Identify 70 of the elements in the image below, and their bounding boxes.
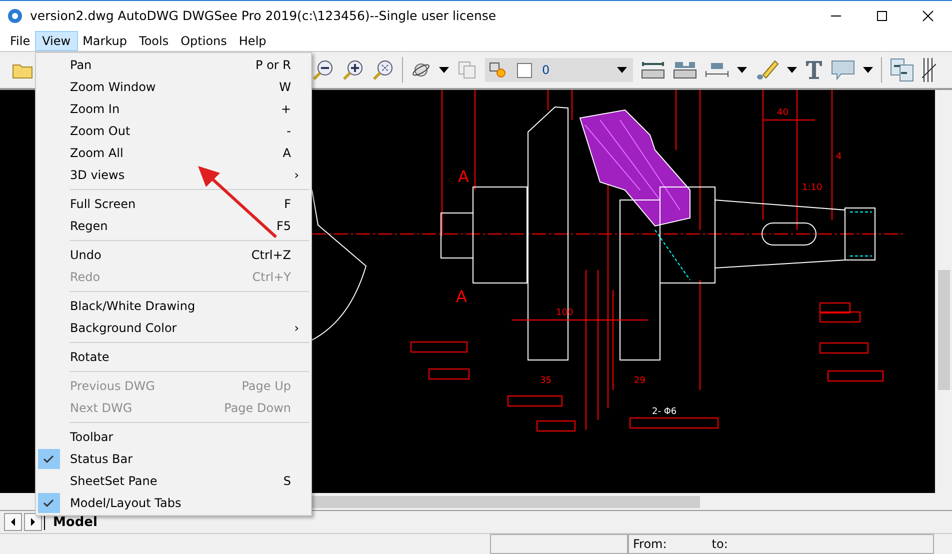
menu-entry[interactable]: Full Screen F (36, 193, 311, 215)
shortcut-label: Ctrl+Y (252, 270, 291, 284)
window-title: version2.dwg AutoDWG DWGSee Pro 2019(c:\123456)--Single user license (30, 8, 496, 23)
menu-entry[interactable]: Rotate (36, 346, 311, 368)
menu-entry[interactable]: Zoom All A (36, 142, 311, 164)
close-icon[interactable] (922, 10, 934, 22)
caret-icon (617, 67, 627, 73)
to-label: to: (712, 537, 728, 551)
submenu-arrow: › (294, 321, 299, 335)
zoom-extents-icon[interactable] (372, 59, 394, 81)
text-tool-icon[interactable] (805, 60, 823, 80)
shortcut-label: Page Down (224, 401, 291, 415)
compare-icon[interactable] (890, 58, 914, 82)
ruler-icon[interactable] (673, 60, 697, 80)
menu-entry[interactable]: SheetSet Pane S (36, 470, 311, 492)
layer-icon (489, 62, 507, 78)
callout-icon[interactable] (831, 59, 855, 81)
zoom-in-icon[interactable] (342, 59, 364, 81)
shortcut-label: + (280, 102, 291, 116)
maximize-icon[interactable] (876, 10, 888, 22)
shortcut-label: P or R (256, 58, 291, 72)
from-label: From: (633, 537, 667, 551)
layer-dropdown[interactable]: 0 (485, 58, 633, 82)
zoom-out-icon[interactable] (312, 59, 334, 81)
menu-entry[interactable]: Toolbar (36, 426, 311, 448)
shortcut-label: Ctrl+Z (251, 248, 291, 262)
menu-item[interactable]: Tools (133, 32, 175, 50)
ruler-icon[interactable] (641, 60, 665, 80)
submenu-arrow: › (294, 168, 299, 182)
caret-icon[interactable] (439, 67, 449, 73)
menu-entry[interactable]: Undo Ctrl+Z (36, 244, 311, 266)
menu-item[interactable]: View (36, 32, 77, 50)
menu-entry[interactable]: Pan P or R (36, 54, 311, 76)
menu-entry[interactable]: Model/Layout Tabs (36, 492, 311, 514)
shortcut-label: F (284, 197, 291, 211)
dimension-label: 40 (777, 108, 788, 118)
pencil-icon[interactable] (755, 59, 779, 81)
menu-entry[interactable]: 3D views › (36, 164, 311, 186)
dimension-label: A (456, 287, 467, 306)
menu-item[interactable]: Markup (76, 32, 134, 50)
dimension-icon[interactable] (705, 60, 729, 80)
layer-value: 0 (542, 63, 550, 77)
dimension-label: 29 (634, 376, 646, 386)
dimension-label: 4 (836, 152, 842, 162)
color-swatch (517, 62, 532, 78)
menu-item[interactable]: Options (174, 32, 233, 50)
dimension-label: 2- Φ6 (652, 407, 677, 417)
dimension-label: 1:10 (802, 183, 822, 193)
dimension-label: A (458, 167, 469, 186)
dimension-label: 35 (540, 376, 552, 386)
shortcut-label: - (286, 124, 291, 138)
menu-entry[interactable]: Status Bar (36, 448, 311, 470)
app-logo-icon (6, 6, 24, 24)
menu-entry[interactable]: Regen F5 (36, 215, 311, 237)
menu-entry[interactable]: Background Color › (36, 317, 311, 339)
shortcut-label: A (282, 146, 291, 160)
caret-icon[interactable] (787, 67, 797, 73)
menu-entry[interactable]: Black/White Drawing (36, 295, 311, 317)
caret-icon[interactable] (863, 67, 873, 73)
hatch-icon[interactable] (922, 58, 936, 82)
scroll-right-icon[interactable] (24, 513, 42, 531)
scroll-left-icon[interactable] (4, 513, 22, 531)
shortcut-label: S (283, 474, 291, 488)
shortcut-label: Page Up (242, 379, 291, 393)
menu-item[interactable]: File (4, 32, 36, 50)
menu-entry[interactable]: Zoom In + (36, 98, 311, 120)
caret-icon[interactable] (737, 67, 747, 73)
menu-entry[interactable]: Zoom Out - (36, 120, 311, 142)
menu-item[interactable]: Help (232, 32, 272, 50)
shortcut-label: F5 (276, 219, 291, 233)
